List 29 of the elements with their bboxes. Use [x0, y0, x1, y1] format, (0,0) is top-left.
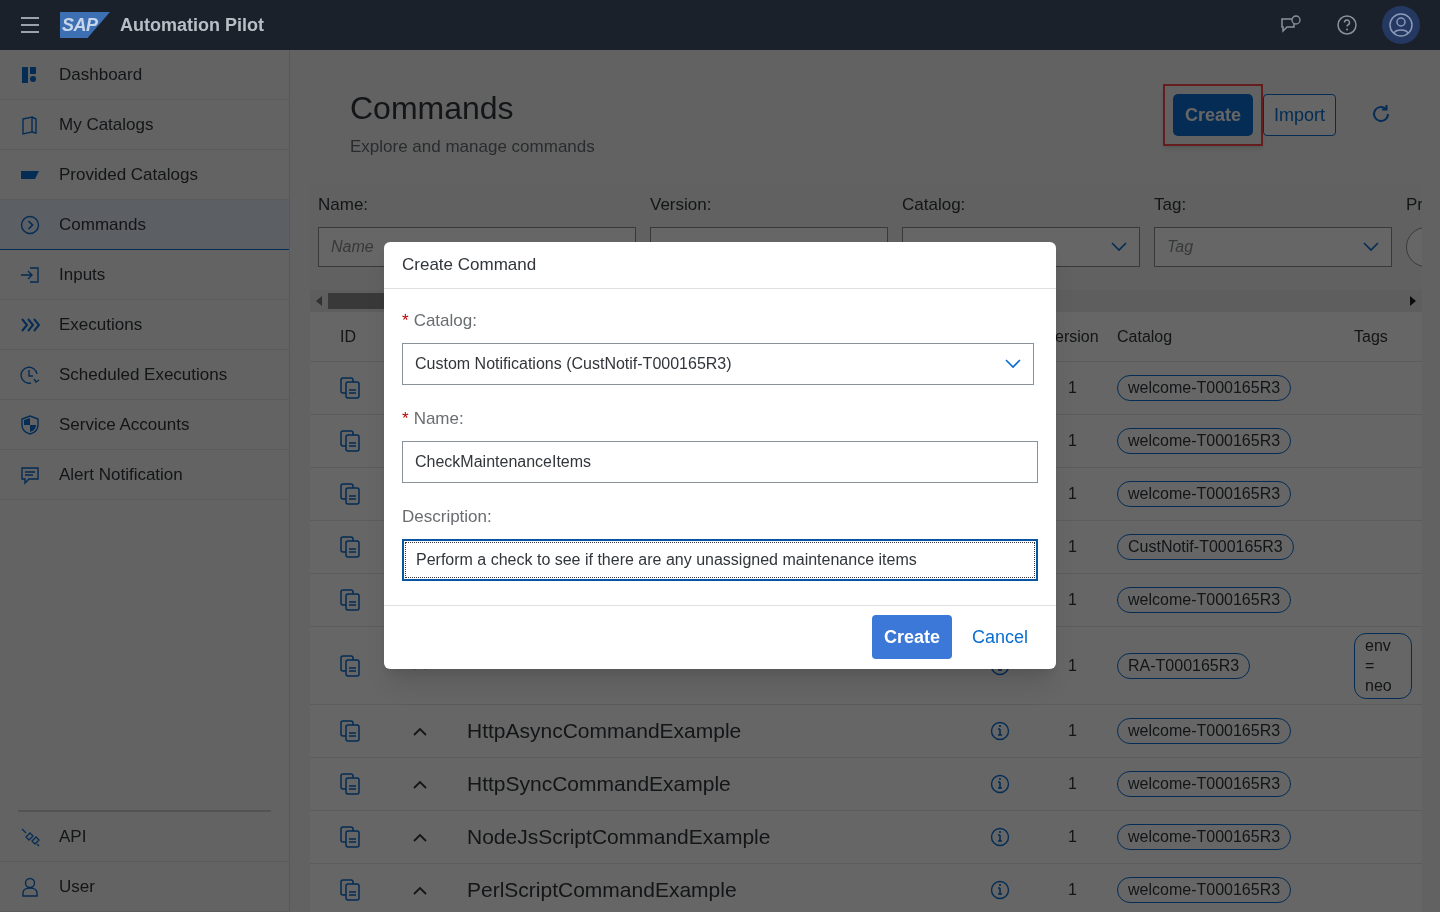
table-cell-text: 1 — [1068, 484, 1077, 504]
column-header: Catalog — [1116, 326, 1174, 347]
table-cell-text: 1 — [1068, 431, 1077, 451]
field-label: Pr — [1406, 195, 1422, 215]
app-title: Automation Pilot — [120, 13, 264, 37]
field-label: Tag: — [1154, 195, 1188, 215]
table-cell-text: 1 — [1068, 721, 1077, 741]
column-header: ersion — [1054, 326, 1100, 347]
field-label: Version: — [650, 195, 713, 215]
table-cell-text: 1 — [1068, 774, 1077, 794]
required-mark: * — [402, 309, 409, 332]
field-label: Name: — [318, 195, 370, 215]
table-cell-text: 1 — [1068, 655, 1077, 676]
table-cell-text: 1 — [1068, 590, 1077, 610]
field-label: Catalog: — [902, 195, 967, 215]
table-cell-text: 1 — [1068, 880, 1077, 900]
page-title: Commands — [350, 89, 515, 128]
field-label: Description: — [402, 505, 492, 528]
table-cell-text: 1 — [1068, 378, 1077, 398]
table-cell-text: 1 — [1068, 537, 1077, 557]
dialog-title: Create Command — [402, 254, 537, 277]
field-label: Name: — [413, 407, 464, 430]
table-cell-text: 1 — [1068, 827, 1077, 847]
logo: SAP — [60, 12, 110, 38]
column-header: ID — [339, 326, 357, 347]
column-header: Tags — [1353, 326, 1389, 347]
field-label: Catalog: — [413, 309, 477, 332]
page-subtitle: Explore and manage commands — [350, 136, 595, 158]
required-mark: * — [402, 407, 409, 430]
